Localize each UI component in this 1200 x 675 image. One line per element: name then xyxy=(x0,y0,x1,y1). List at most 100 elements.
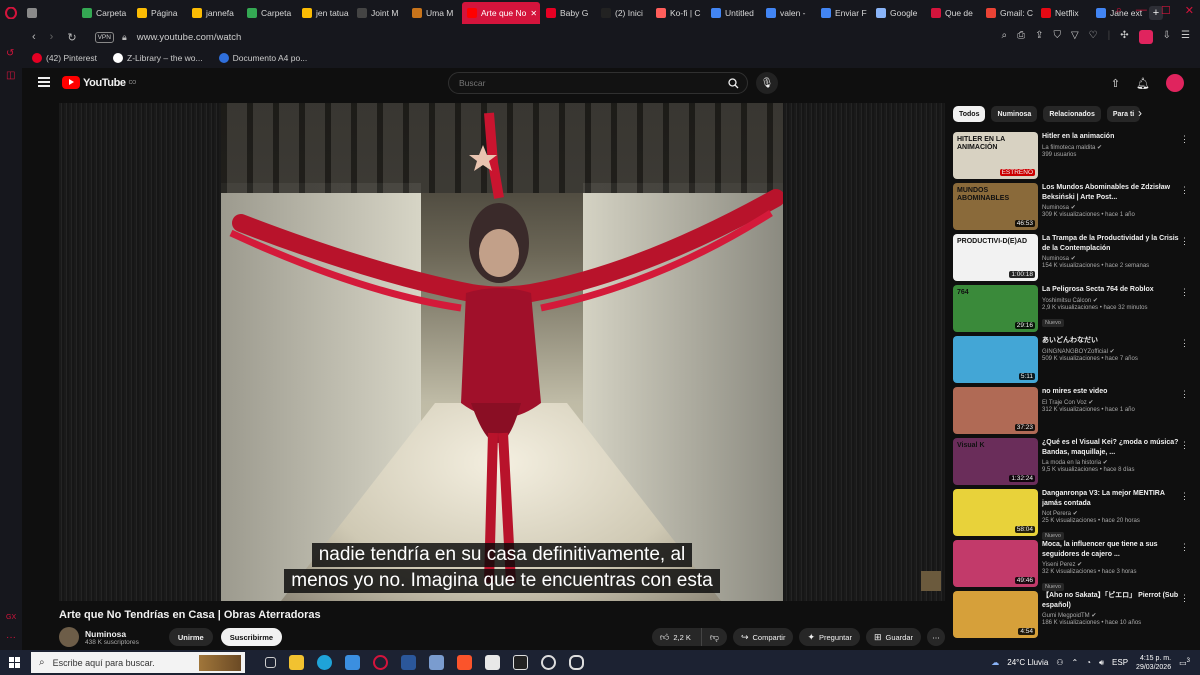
word-icon[interactable] xyxy=(401,655,416,670)
tab[interactable]: jen tatua xyxy=(297,2,351,24)
more-options-icon[interactable]: ⋮ xyxy=(1180,593,1189,604)
url-field[interactable]: www.youtube.com/watch xyxy=(137,32,242,43)
brave-icon[interactable] xyxy=(457,655,472,670)
dislike-button[interactable]: 👎︎ xyxy=(701,628,727,646)
more-options-icon[interactable]: ⋮ xyxy=(1180,542,1189,553)
ask-button[interactable]: ✦ Preguntar xyxy=(799,628,860,646)
tab[interactable] xyxy=(22,2,76,24)
tab[interactable]: Gmail: C xyxy=(981,2,1035,24)
recommendation-title[interactable]: Los Mundos Abominables de Zdzisław Beksi… xyxy=(1042,183,1182,202)
recommendation-channel[interactable]: Not Perera ✔︎ xyxy=(1042,510,1182,517)
vpn-badge[interactable]: VPN xyxy=(94,31,114,43)
volume-icon[interactable]: 🔊︎ xyxy=(1099,658,1104,668)
video-player[interactable]: nadie tendría en su casa definitivamente… xyxy=(59,103,945,601)
tray-overflow-icon[interactable]: ⌃ xyxy=(1071,658,1078,667)
zoom-icon[interactable]: ⌕ xyxy=(1001,30,1007,44)
recommendation-title[interactable]: Danganronpa V3: La mejor MENTIRA jamás c… xyxy=(1042,489,1182,508)
tab[interactable]: Ko-fi | C xyxy=(651,2,705,24)
channel-avatar[interactable] xyxy=(59,627,79,647)
recommendation-channel[interactable]: Numinosa ✔︎ xyxy=(1042,204,1182,211)
recommendation-item[interactable]: 4:54 【Aho no Sakata】「ピエロ」 Pierrot (Sub es… xyxy=(953,591,1193,642)
voice-search-button[interactable]: 🎙︎ xyxy=(756,72,778,94)
recommendation-channel[interactable]: Yoshimitsu Cálcon ✔︎ xyxy=(1042,297,1182,304)
language-indicator[interactable]: ESP xyxy=(1112,658,1128,667)
channel-watermark[interactable] xyxy=(921,571,941,591)
recommendation-title[interactable]: La Trampa de la Productividad y la Crisi… xyxy=(1042,234,1182,253)
recommendation-title[interactable]: あいどんわなだい xyxy=(1042,336,1182,346)
opera-gx-icon[interactable] xyxy=(373,655,388,670)
maximize-button[interactable]: ☐ xyxy=(1161,4,1171,17)
recommendation-title[interactable]: Moca, la influencer que tiene a sus segu… xyxy=(1042,540,1182,559)
recommendation-item[interactable]: Visual K 1:32:24 ¿Qué es el Visual Kei? ¿m… xyxy=(953,438,1193,489)
taskbar-search[interactable]: ⌕ Escribe aquí para buscar. xyxy=(31,652,245,673)
more-actions-button[interactable]: ⋯ xyxy=(927,628,945,646)
more-options-icon[interactable]: ⋮ xyxy=(1180,491,1189,502)
recommendation-item[interactable]: 58:04 Danganronpa V3: La mejor MENTIRA ja… xyxy=(953,489,1193,540)
shield-icon[interactable]: ⛉ xyxy=(1053,30,1061,44)
clock[interactable]: 4:15 p. m. 29/03/2026 xyxy=(1136,654,1171,672)
close-tab-icon[interactable]: ✕ xyxy=(530,9,537,18)
subscribe-button[interactable]: Suscribirme xyxy=(220,628,283,646)
extensions-icon[interactable]: ✣ xyxy=(1120,30,1128,44)
download-icon[interactable]: ⇩ xyxy=(1163,30,1171,44)
heart-icon[interactable]: ♡ xyxy=(1089,30,1098,44)
hamburger-menu-icon[interactable] xyxy=(38,77,50,87)
video-thumbnail[interactable]: 49:46 xyxy=(953,540,1038,587)
more-options-icon[interactable]: ⋮ xyxy=(1180,236,1189,247)
tab[interactable]: Carpeta xyxy=(242,2,296,24)
bookmark-item[interactable]: (42) Pinterest xyxy=(32,53,97,63)
upload-icon[interactable]: ⇧ xyxy=(1111,77,1120,90)
recommendation-channel[interactable]: La moda en la historia ✔︎ xyxy=(1042,459,1182,466)
store-icon[interactable] xyxy=(345,655,360,670)
more-options-icon[interactable]: ⋮ xyxy=(1180,185,1189,196)
notifications-bell-icon[interactable]: 🔔︎ xyxy=(1136,77,1150,90)
forward-icon[interactable]: › xyxy=(50,31,54,44)
chip-numinosa[interactable]: Numinosa xyxy=(991,106,1038,122)
task-view-icon[interactable] xyxy=(265,657,276,668)
chip-todos[interactable]: Todos xyxy=(953,106,986,122)
tab[interactable]: Untitled xyxy=(706,2,760,24)
tab[interactable]: (2) Inici xyxy=(596,2,650,24)
opera-logo-icon[interactable] xyxy=(0,7,22,19)
recommendation-channel[interactable]: Numinosa ✔︎ xyxy=(1042,255,1182,262)
tab[interactable]: valen - xyxy=(761,2,815,24)
tray-people-icon[interactable]: ⚇ xyxy=(1056,658,1063,667)
recommendation-channel[interactable]: Yiseni Perez ✔︎ xyxy=(1042,561,1182,568)
recommendation-channel[interactable]: GINGNANGBOYZofficial ✔︎ xyxy=(1042,348,1182,355)
video-thumbnail[interactable]: HITLER EN LA ANIMACIÓN ESTRENO xyxy=(953,132,1038,179)
recommendation-title[interactable]: Hitler en la animación xyxy=(1042,132,1182,142)
tab[interactable]: Google xyxy=(871,2,925,24)
search-button[interactable] xyxy=(719,73,747,93)
app-icon-swirl[interactable] xyxy=(569,655,584,670)
pinned-ext-icon[interactable] xyxy=(1138,30,1153,44)
recommendation-channel[interactable]: Gumi MegpoidTM ✔︎ xyxy=(1042,612,1182,619)
tab[interactable]: Carpeta xyxy=(77,2,131,24)
account-avatar[interactable] xyxy=(1166,74,1184,92)
edge-icon[interactable] xyxy=(317,655,332,670)
video-thumbnail[interactable]: 58:04 xyxy=(953,489,1038,536)
tab-active[interactable]: Arte que No ✕ xyxy=(462,2,540,24)
chips-next-icon[interactable]: › xyxy=(1138,106,1142,120)
xp-pen-icon[interactable] xyxy=(513,655,528,670)
notification-center-icon[interactable]: ▭3 xyxy=(1179,658,1190,668)
search-input[interactable] xyxy=(449,78,719,88)
weather-icon[interactable]: ☁︎ xyxy=(991,658,999,667)
snapshot-icon[interactable]: ⎙ xyxy=(1017,30,1025,44)
weather-text[interactable]: 24°C Lluvia xyxy=(1007,658,1048,667)
recommendation-item[interactable]: HITLER EN LA ANIMACIÓN ESTRENO Hitler en l… xyxy=(953,132,1193,183)
app-icon-circle[interactable] xyxy=(541,655,556,670)
video-thumbnail[interactable]: 37:23 xyxy=(953,387,1038,434)
file-explorer-icon[interactable] xyxy=(289,655,304,670)
close-window-button[interactable]: ✕ xyxy=(1185,4,1194,17)
video-thumbnail[interactable]: MUNDOS ABOMINABLES 46:53 xyxy=(953,183,1038,230)
more-icon[interactable]: ··· xyxy=(6,632,17,643)
save-button[interactable]: ⊞ Guardar xyxy=(865,628,921,646)
windows-start-icon[interactable] xyxy=(9,657,20,668)
wifi-icon[interactable]: ◔ xyxy=(1086,658,1091,667)
recommendation-item[interactable]: 764 29:16 La Peligrosa Secta 764 de Roblox… xyxy=(953,285,1193,336)
recommendation-item[interactable]: MUNDOS ABOMINABLES 46:53 Los Mundos Abomin… xyxy=(953,183,1193,234)
tab[interactable]: Joint M xyxy=(352,2,406,24)
tab[interactable]: jannefa xyxy=(187,2,241,24)
channel-name[interactable]: Numinosa xyxy=(85,629,139,639)
video-thumbnail[interactable]: 4:54 xyxy=(953,591,1038,638)
